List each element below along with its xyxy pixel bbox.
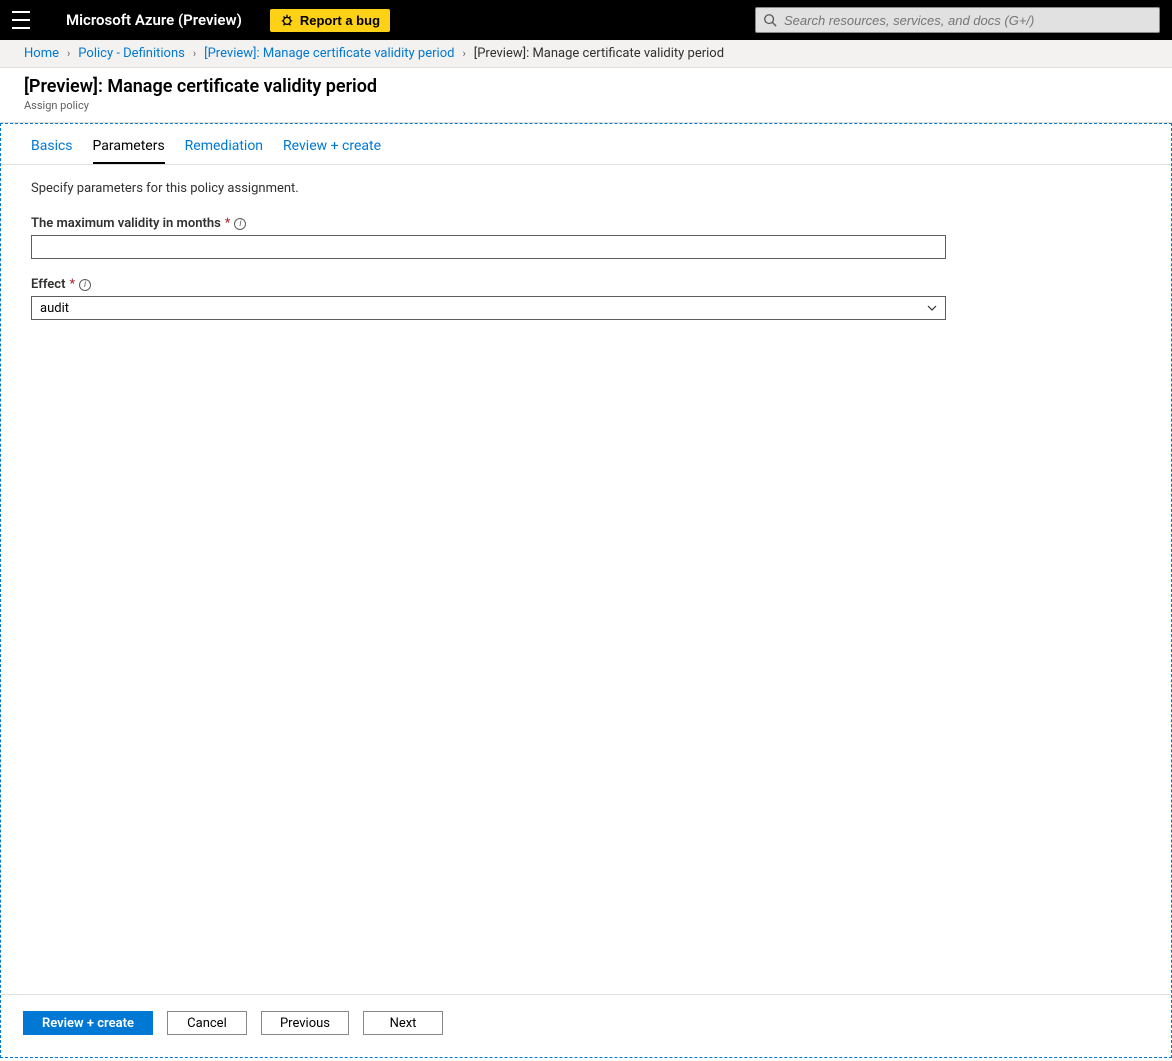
page-subtitle: Assign policy: [24, 99, 1148, 112]
bug-icon: [280, 13, 294, 27]
tab-basics[interactable]: Basics: [31, 138, 73, 164]
field-max-validity: The maximum validity in months * i: [31, 216, 1141, 259]
field-effect: Effect * i: [31, 277, 1141, 320]
required-mark: *: [69, 277, 75, 292]
info-icon[interactable]: i: [79, 279, 91, 291]
footer-actions: Review + create Cancel Previous Next: [1, 994, 1171, 1057]
form-body: Specify parameters for this policy assig…: [1, 165, 1171, 994]
max-validity-label: The maximum validity in months: [31, 216, 221, 231]
info-icon[interactable]: i: [234, 218, 246, 230]
required-mark: *: [225, 216, 231, 231]
brand-label: Microsoft Azure (Preview): [66, 11, 242, 29]
chevron-right-icon: ›: [67, 47, 70, 60]
search-icon: [763, 13, 777, 27]
chevron-right-icon: ›: [193, 47, 196, 60]
form-description: Specify parameters for this policy assig…: [31, 181, 1141, 196]
effect-select[interactable]: [31, 296, 946, 320]
search-input[interactable]: [755, 7, 1160, 33]
previous-button[interactable]: Previous: [261, 1011, 349, 1035]
breadcrumb: Home › Policy - Definitions › [Preview]:…: [0, 40, 1172, 68]
report-bug-button[interactable]: Report a bug: [270, 9, 390, 32]
tabs: Basics Parameters Remediation Review + c…: [1, 124, 1171, 165]
tab-review-create[interactable]: Review + create: [283, 138, 381, 164]
chevron-right-icon: ›: [462, 47, 465, 60]
cancel-button[interactable]: Cancel: [167, 1011, 247, 1035]
page-header: [Preview]: Manage certificate validity p…: [0, 68, 1172, 123]
page-title: [Preview]: Manage certificate validity p…: [24, 76, 1148, 97]
breadcrumb-current: [Preview]: Manage certificate validity p…: [474, 46, 724, 61]
breadcrumb-policy-preview[interactable]: [Preview]: Manage certificate validity p…: [204, 46, 454, 61]
review-create-button[interactable]: Review + create: [23, 1011, 153, 1035]
next-button[interactable]: Next: [363, 1011, 443, 1035]
breadcrumb-policy-definitions[interactable]: Policy - Definitions: [78, 46, 185, 61]
top-header: Microsoft Azure (Preview) Report a bug: [0, 0, 1172, 40]
report-bug-label: Report a bug: [300, 13, 380, 28]
tab-remediation[interactable]: Remediation: [185, 138, 263, 164]
global-search: [755, 7, 1160, 33]
breadcrumb-home[interactable]: Home: [24, 46, 59, 61]
hamburger-menu-icon[interactable]: [12, 11, 30, 29]
max-validity-input[interactable]: [31, 235, 946, 259]
effect-label: Effect: [31, 277, 65, 292]
assign-policy-blade: Basics Parameters Remediation Review + c…: [0, 123, 1172, 1058]
tab-parameters[interactable]: Parameters: [93, 138, 165, 164]
